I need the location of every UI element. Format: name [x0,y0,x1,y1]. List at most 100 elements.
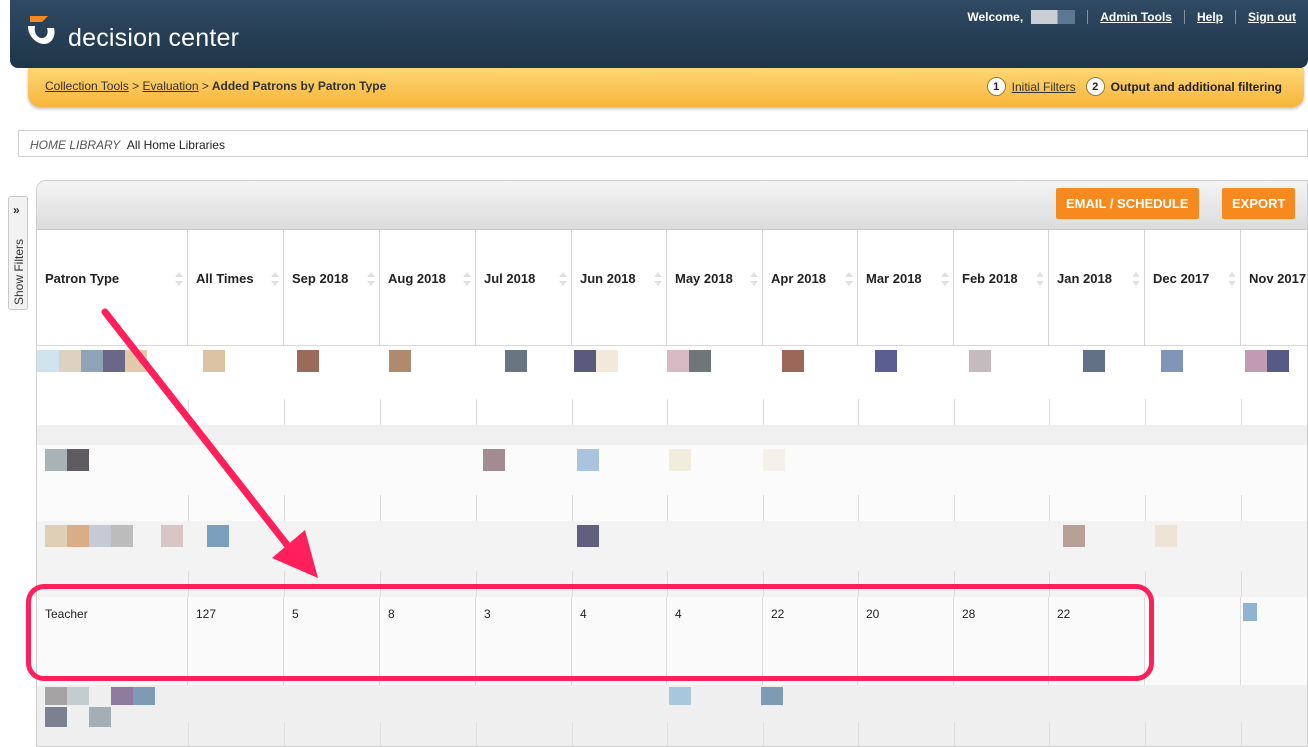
sign-out-link[interactable]: Sign out [1248,10,1296,24]
grid-line [667,495,668,521]
breadcrumb-collection-tools[interactable]: Collection Tools [45,79,129,93]
redacted-swatch [45,525,67,547]
grid-line [1145,571,1146,597]
sort-icon [845,272,853,286]
redacted-swatch [67,687,89,705]
redacted-swatch [1161,350,1183,372]
column-header[interactable]: May 2018 [667,230,763,346]
column-header[interactable]: Feb 2018 [954,230,1049,346]
column-header[interactable]: Dec 2017 [1145,230,1241,346]
redacted-swatch [111,687,133,705]
sort-icon [271,272,279,286]
redacted-swatch [45,707,67,727]
cell-mar-2018: 20 [858,597,954,685]
grid-line [284,495,285,521]
redacted-swatch [161,525,183,547]
grid-line [380,722,381,746]
column-header[interactable]: Apr 2018 [763,230,858,346]
grid-line [188,399,189,425]
sort-icon [367,272,375,286]
grid-line [476,399,477,425]
grid-line [667,399,668,425]
column-header[interactable]: Jun 2018 [572,230,667,346]
grid-line [763,722,764,746]
email-schedule-button[interactable]: EMAIL / SCHEDULE [1056,188,1199,219]
cell-may-2018: 4 [667,597,763,685]
grid-line [572,399,573,425]
export-button[interactable]: EXPORT [1222,188,1296,219]
table-header: Patron Type All Times Sep 2018 Aug 2018 … [37,230,1307,346]
cell-all-times: 127 [188,597,284,685]
column-header[interactable]: All Times [188,230,284,346]
grid-line [1241,722,1242,746]
column-header[interactable]: Jan 2018 [1049,230,1145,346]
redacted-swatch [505,350,527,372]
redacted-swatch [761,687,783,705]
username-redacted [1031,10,1076,24]
filter-label: HOME LIBRARY [30,138,121,152]
column-header[interactable]: Jul 2018 [476,230,572,346]
wizard-steps: 1 Initial Filters 2 Output and additiona… [986,77,1282,96]
redacted-swatch [875,350,897,372]
grid-line [1049,399,1050,425]
grid-line [284,571,285,597]
redacted-swatch [763,449,785,471]
cell-feb-2018: 28 [954,597,1049,685]
report-toolbar: EMAIL / SCHEDULE EXPORT [37,181,1307,230]
column-header[interactable]: Nov 2017 [1241,230,1307,346]
redacted-swatch [37,350,59,372]
redacted-swatch [125,350,147,372]
cell-jul-2018: 3 [476,597,572,685]
grid-line [858,495,859,521]
step-initial-filters-link[interactable]: Initial Filters [1012,80,1076,94]
cell-dec-2017 [1145,597,1241,685]
grid-line [1145,495,1146,521]
app-header: decision center Welcome, Admin Tools Hel… [10,0,1308,68]
grid-line [667,722,668,746]
redacted-swatch [203,350,225,372]
grid-line [954,495,955,521]
redacted-swatch [59,350,81,372]
grid-line [188,571,189,597]
grid-line [284,722,285,746]
redacted-swatch [1063,525,1085,547]
grid-line [763,571,764,597]
show-filters-tab[interactable]: » Show Filters [8,196,28,310]
cell-patron-type: Teacher [37,597,188,685]
grid-line [763,495,764,521]
grid-line [858,722,859,746]
cell-jun-2018: 4 [572,597,667,685]
table-row-teacher: Teacher 127 5 8 3 4 4 22 20 28 22 [37,597,1307,685]
report-panel: EMAIL / SCHEDULE EXPORT Patron Type All … [36,180,1308,747]
admin-tools-link[interactable]: Admin Tools [1100,10,1172,24]
redacted-swatch [67,525,89,547]
filter-value: All Home Libraries [126,138,225,152]
column-header[interactable]: Sep 2018 [284,230,380,346]
welcome-label: Welcome, [967,10,1024,24]
column-header[interactable]: Aug 2018 [380,230,476,346]
breadcrumb-evaluation[interactable]: Evaluation [143,79,199,93]
redacted-swatch [67,449,89,471]
redacted-swatch [89,525,111,547]
cell-nov-2017 [1241,597,1307,685]
cell-jan-2018: 22 [1049,597,1145,685]
sort-icon [1228,272,1236,286]
grid-line [954,399,955,425]
column-header[interactable]: Patron Type [37,230,188,346]
redacted-swatch [45,449,67,471]
redacted-swatch [1155,525,1177,547]
cell-apr-2018: 22 [763,597,858,685]
redacted-swatch [1245,350,1267,372]
help-link[interactable]: Help [1197,10,1223,24]
grid-line [380,571,381,597]
redacted-swatch [596,350,618,372]
redacted-swatch [111,525,133,547]
redacted-swatch [669,449,691,471]
redacted-swatch [782,350,804,372]
grid-line [476,722,477,746]
table-row [37,425,1307,521]
grid-line [763,399,764,425]
redacted-swatch [1083,350,1105,372]
grid-line [954,722,955,746]
column-header[interactable]: Mar 2018 [858,230,954,346]
